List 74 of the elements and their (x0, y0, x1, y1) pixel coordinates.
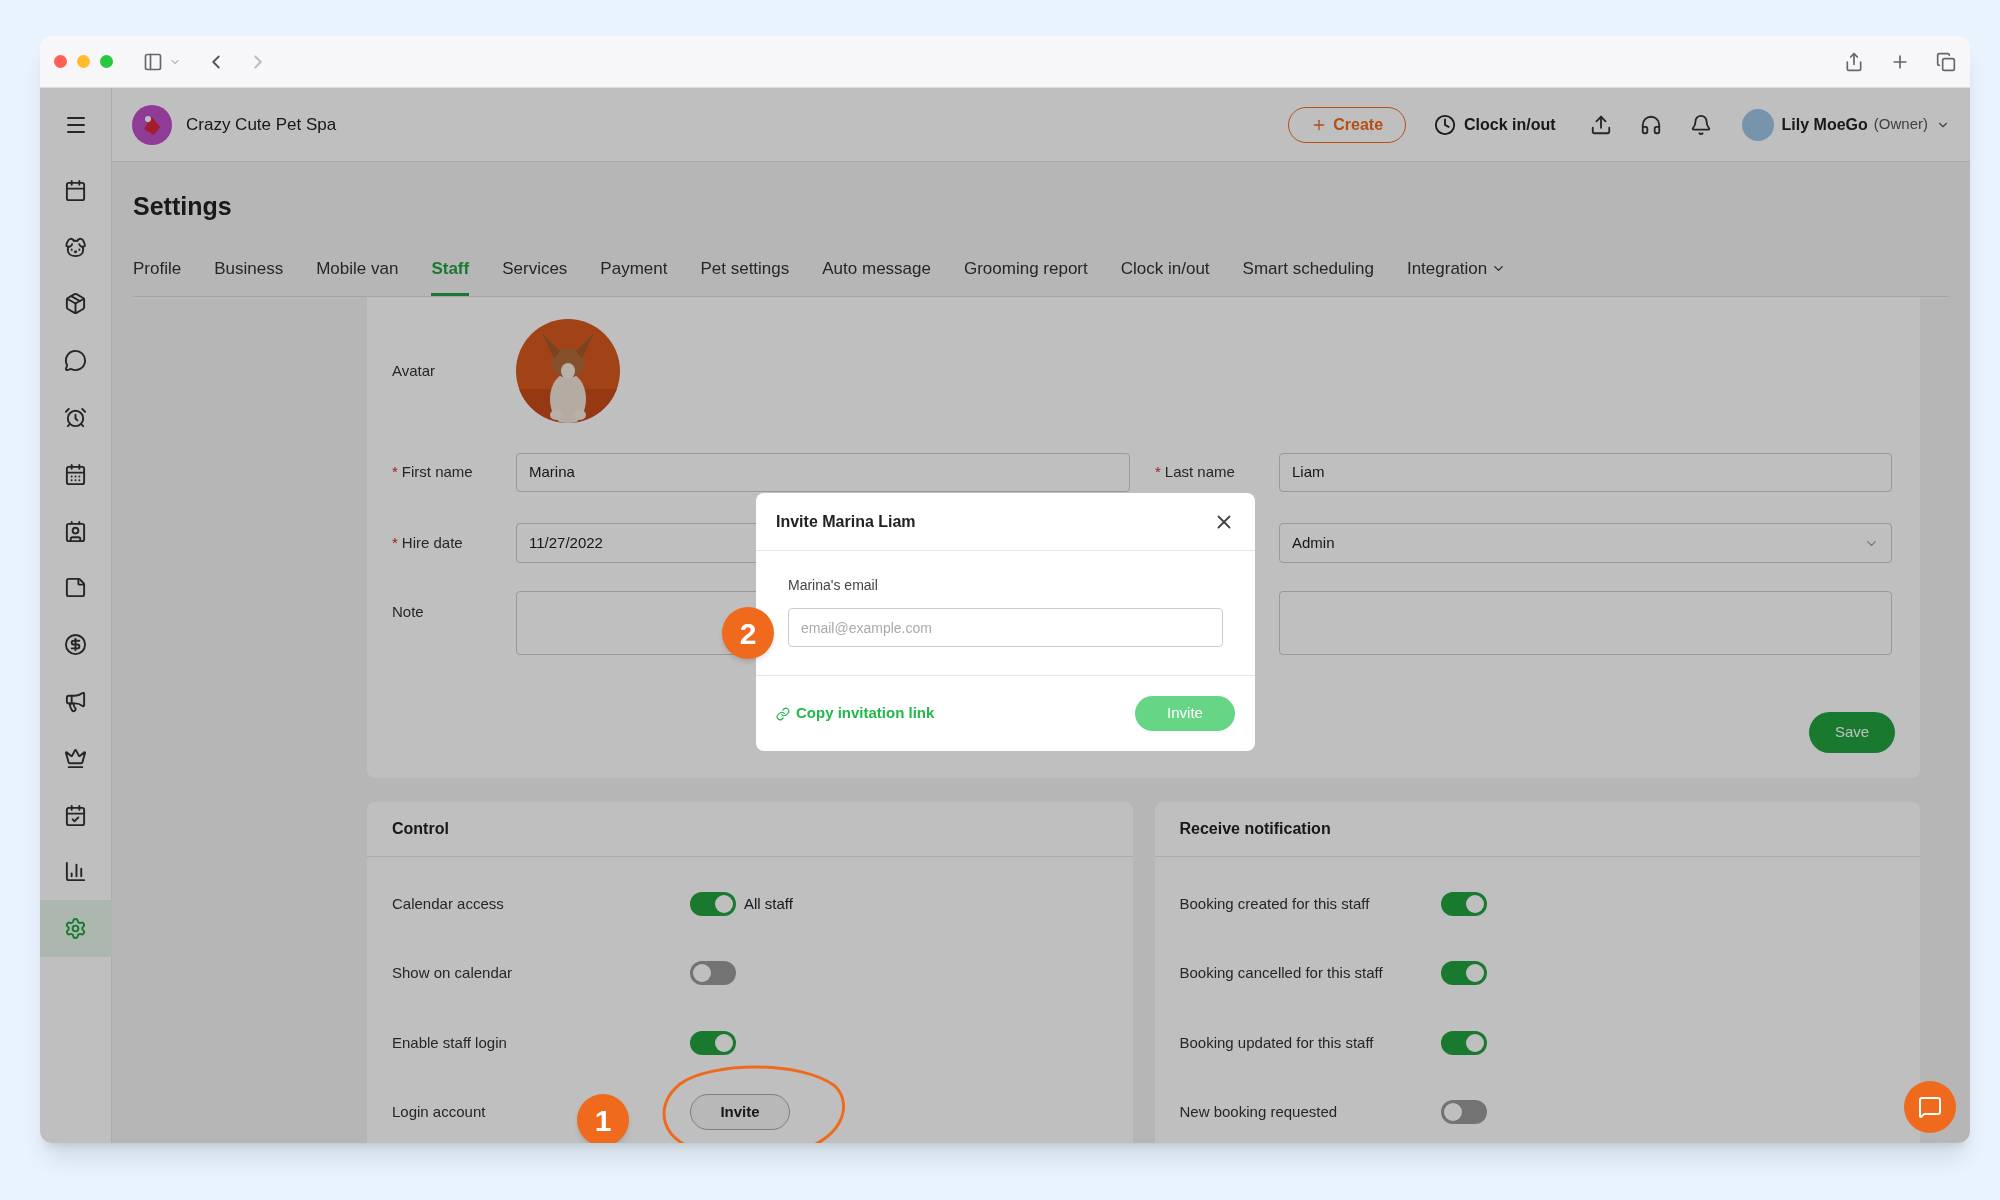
calendar-icon (64, 178, 87, 202)
chat-icon (64, 349, 87, 373)
field-label: Hire date (401, 532, 463, 553)
bar-chart-icon (64, 860, 87, 884)
settings-tab[interactable]: Mobile van (316, 255, 399, 296)
settings-icon (64, 917, 87, 941)
id-badge-icon (64, 519, 87, 543)
toggle-switch[interactable] (1440, 1030, 1487, 1055)
setting-label: Show on calendar (392, 964, 513, 982)
note-icon (64, 576, 87, 600)
chat-icon (1918, 1095, 1942, 1119)
required-mark: * (392, 532, 398, 553)
invite-button[interactable]: Invite (690, 1094, 790, 1131)
setting-label: Calendar access (392, 894, 504, 912)
field-label: Note (392, 602, 425, 622)
clock-icon (1434, 113, 1457, 136)
link-icon (776, 706, 790, 721)
megaphone-icon (64, 690, 87, 714)
close-window-icon[interactable] (54, 55, 67, 68)
settings-tab[interactable]: Auto message (822, 255, 931, 296)
crown-icon (64, 746, 87, 770)
settings-tab[interactable]: Integration (1406, 255, 1507, 296)
field-label: Marina's email (788, 576, 879, 595)
toggle-switch[interactable] (1440, 961, 1487, 986)
dog-icon (64, 235, 87, 259)
tabs-overview-icon[interactable] (1936, 51, 1956, 72)
sidebar-toggle-icon[interactable] (143, 51, 163, 72)
dollar-icon (64, 633, 87, 657)
settings-tab[interactable]: Services (502, 255, 568, 296)
headset-icon[interactable] (1639, 113, 1662, 136)
settings-tab[interactable]: Clock in/out (1120, 255, 1210, 296)
user-name[interactable]: Lily MoeGo (1781, 112, 1868, 137)
toggle-switch[interactable] (1440, 1100, 1487, 1125)
card-title: Control (367, 802, 1133, 857)
setting-label: Login account (392, 1103, 486, 1121)
calendar-grid-icon (64, 462, 87, 486)
toggle-switch[interactable] (1440, 891, 1487, 916)
setting-label: Enable staff login (392, 1033, 507, 1051)
role-select[interactable]: Admin (1279, 523, 1892, 563)
toggle-switch[interactable] (690, 891, 736, 916)
settings-tab[interactable]: Business (214, 255, 284, 296)
card-title: Receive notification (1154, 802, 1920, 857)
business-name: Crazy Cute Pet Spa (186, 113, 337, 136)
settings-tab[interactable]: Payment (600, 255, 668, 296)
settings-tab[interactable]: Smart scheduling (1242, 255, 1374, 296)
email-field[interactable]: email@example.com (788, 608, 1223, 647)
required-mark: * (1155, 462, 1161, 483)
last-name-field[interactable]: Liam (1279, 453, 1892, 492)
field-label: First name (401, 462, 473, 483)
settings-tab[interactable]: Grooming report (963, 255, 1088, 296)
required-mark: * (392, 462, 398, 483)
first-name-field[interactable]: Marina (516, 453, 1130, 492)
upload-icon[interactable] (1589, 113, 1612, 136)
settings-tab[interactable]: Pet settings (700, 255, 790, 296)
calendar-check-icon (64, 803, 87, 827)
setting-label: Booking updated for this staff (1179, 1033, 1374, 1051)
toggle-switch[interactable] (690, 1030, 736, 1055)
setting-label: New booking requested (1179, 1103, 1338, 1121)
clock-in-out-button[interactable]: Clock in/out (1434, 112, 1556, 137)
field-label: Avatar (392, 360, 437, 381)
share-icon[interactable] (1844, 51, 1864, 72)
settings-tab[interactable]: Profile (133, 255, 182, 296)
field-label: Last name (1164, 462, 1235, 483)
setting-label: Booking cancelled for this staff (1179, 964, 1383, 982)
note-field[interactable] (1279, 591, 1892, 655)
toggle-caption: All staff (744, 893, 793, 914)
page-title: Settings (133, 191, 232, 222)
logo-icon (132, 104, 172, 145)
dialog-title: Invite Marina Liam (776, 511, 916, 532)
toggle-switch[interactable] (690, 961, 736, 986)
user-role: (Owner) (1873, 114, 1928, 135)
alarm-clock-icon (64, 406, 87, 430)
setting-label: Booking created for this staff (1179, 894, 1370, 912)
bell-icon[interactable] (1689, 113, 1712, 136)
